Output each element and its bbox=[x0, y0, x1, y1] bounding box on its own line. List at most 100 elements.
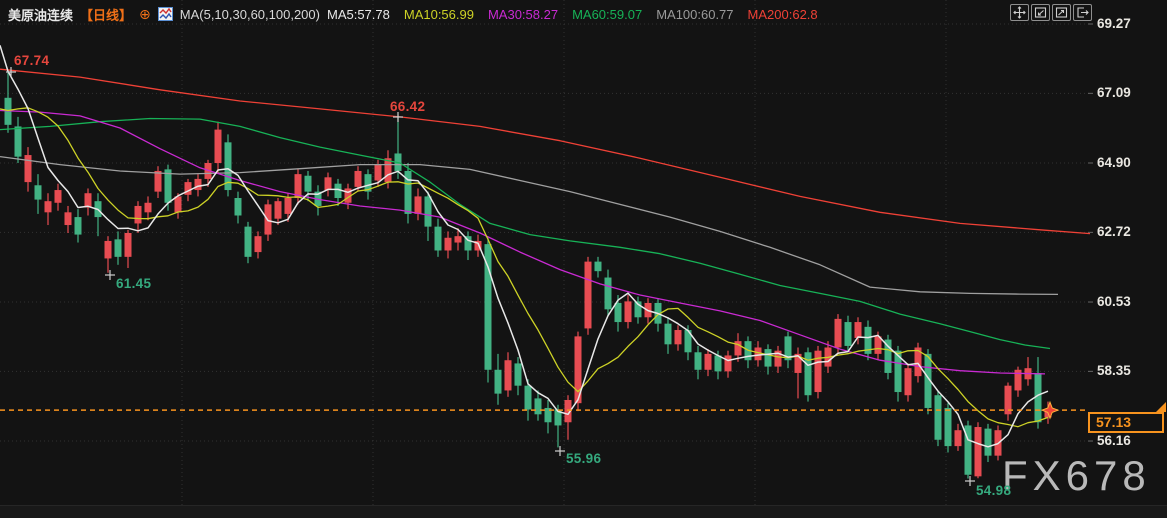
ma-legend-item: MA100:60.77 bbox=[656, 7, 733, 22]
candle-up bbox=[955, 430, 962, 446]
candle-up bbox=[215, 130, 222, 163]
high-price-annotation: 66.42 bbox=[390, 99, 425, 114]
candle-down bbox=[165, 169, 172, 202]
candle-up bbox=[55, 190, 62, 203]
candle-up bbox=[755, 348, 762, 361]
candle-down bbox=[495, 370, 502, 394]
time-axis-strip bbox=[0, 505, 1167, 518]
low-price-annotation: 54.98 bbox=[976, 483, 1011, 498]
candle-down bbox=[15, 126, 22, 156]
low-price-annotation: 55.96 bbox=[566, 451, 601, 466]
candle-up bbox=[505, 360, 512, 390]
scale-right-icon[interactable] bbox=[1052, 4, 1071, 21]
candle-up bbox=[375, 165, 382, 181]
candle-down bbox=[665, 324, 672, 345]
candle-down bbox=[535, 398, 542, 414]
candle-up bbox=[585, 262, 592, 329]
exit-right-icon[interactable] bbox=[1073, 4, 1092, 21]
axis-tick-label: 69.27 bbox=[1097, 16, 1161, 31]
candle-down bbox=[695, 352, 702, 369]
chart-app-window: 美原油连续 【日线】 ⊕ MA(5,10,30,60,100,200) MA5:… bbox=[0, 0, 1167, 518]
axis-tick-label: 60.53 bbox=[1097, 294, 1161, 309]
ma-legend-item: MA30:58.27 bbox=[488, 7, 558, 22]
ma60-line bbox=[0, 119, 1050, 349]
high-price-annotation: 67.74 bbox=[14, 53, 49, 68]
candle-down bbox=[765, 349, 772, 366]
latest-price-star-icon bbox=[1042, 402, 1058, 418]
candle-down bbox=[945, 408, 952, 446]
candle-up bbox=[145, 203, 152, 213]
candle-down bbox=[985, 429, 992, 456]
ma-legend-item: MA60:59.07 bbox=[572, 7, 642, 22]
candle-up bbox=[135, 206, 142, 223]
chart-style-icon[interactable] bbox=[158, 7, 173, 21]
candle-up bbox=[25, 155, 32, 182]
ma-indicator-label: MA(5,10,30,60,100,200) bbox=[180, 7, 320, 22]
candle-up bbox=[255, 236, 262, 252]
candle-down bbox=[845, 322, 852, 346]
axis-tick-label: 67.09 bbox=[1097, 85, 1161, 100]
candle-up bbox=[815, 351, 822, 392]
candle-up bbox=[445, 238, 452, 251]
fx678-watermark: FX678 bbox=[1002, 452, 1151, 500]
ma-legend: MA5:57.78MA10:56.99MA30:58.27MA60:59.07M… bbox=[327, 7, 832, 22]
candle-down bbox=[935, 395, 942, 440]
candle-down bbox=[235, 198, 242, 215]
candle-up bbox=[705, 354, 712, 370]
candle-down bbox=[715, 355, 722, 371]
candle-down bbox=[75, 217, 82, 234]
candle-up bbox=[675, 330, 682, 344]
candle-up bbox=[65, 212, 72, 225]
ma30-line bbox=[0, 111, 1045, 374]
candle-up bbox=[855, 322, 862, 338]
ma5-line bbox=[0, 45, 1048, 447]
chart-header: 美原油连续 【日线】 ⊕ MA(5,10,30,60,100,200) MA5:… bbox=[8, 4, 832, 24]
axis-tick-label: 58.35 bbox=[1097, 363, 1161, 378]
scale-left-icon[interactable] bbox=[1031, 4, 1050, 21]
candles-layer bbox=[5, 73, 1052, 479]
crosshair-toggle-icon[interactable]: ⊕ bbox=[139, 7, 151, 21]
candle-down bbox=[435, 227, 442, 251]
candle-down bbox=[35, 185, 42, 199]
candle-up bbox=[415, 196, 422, 213]
candle-up bbox=[905, 368, 912, 395]
candlestick-chart-canvas[interactable] bbox=[0, 0, 1167, 518]
candle-up bbox=[155, 171, 162, 192]
candle-down bbox=[115, 239, 122, 256]
candle-up bbox=[625, 301, 632, 322]
low-price-annotation: 61.45 bbox=[116, 276, 151, 291]
period-label[interactable]: 【日线】 bbox=[80, 5, 132, 24]
candle-up bbox=[275, 201, 282, 218]
axis-tick-label: 64.90 bbox=[1097, 155, 1161, 170]
candle-up bbox=[325, 177, 332, 190]
pan-crosshair-icon[interactable] bbox=[1010, 4, 1029, 21]
candle-up bbox=[975, 427, 982, 476]
candle-up bbox=[455, 236, 462, 242]
candle-down bbox=[305, 176, 312, 192]
candle-down bbox=[605, 278, 612, 310]
candle-down bbox=[515, 363, 522, 385]
symbol-title: 美原油连续 bbox=[8, 5, 73, 24]
ma-legend-item: MA200:62.8 bbox=[748, 7, 818, 22]
grid-layer bbox=[0, 0, 1093, 505]
candle-down bbox=[525, 386, 532, 410]
candle-up bbox=[125, 233, 132, 257]
chart-toolbar bbox=[1010, 4, 1092, 21]
candle-up bbox=[175, 196, 182, 212]
ma-legend-item: MA5:57.78 bbox=[327, 7, 390, 22]
candle-down bbox=[615, 303, 622, 322]
price-alert-arrow-icon bbox=[1156, 402, 1166, 412]
candle-up bbox=[385, 158, 392, 182]
current-price-tag: 57.13 bbox=[1088, 412, 1164, 433]
candle-up bbox=[105, 241, 112, 258]
candle-up bbox=[85, 193, 92, 207]
candle-up bbox=[355, 171, 362, 187]
candle-down bbox=[595, 262, 602, 272]
candle-up bbox=[835, 319, 842, 348]
candle-down bbox=[245, 227, 252, 257]
candle-up bbox=[45, 201, 52, 212]
candle-up bbox=[195, 179, 202, 190]
candle-up bbox=[285, 198, 292, 214]
candle-down bbox=[425, 196, 432, 226]
ma10-line bbox=[0, 108, 1048, 427]
